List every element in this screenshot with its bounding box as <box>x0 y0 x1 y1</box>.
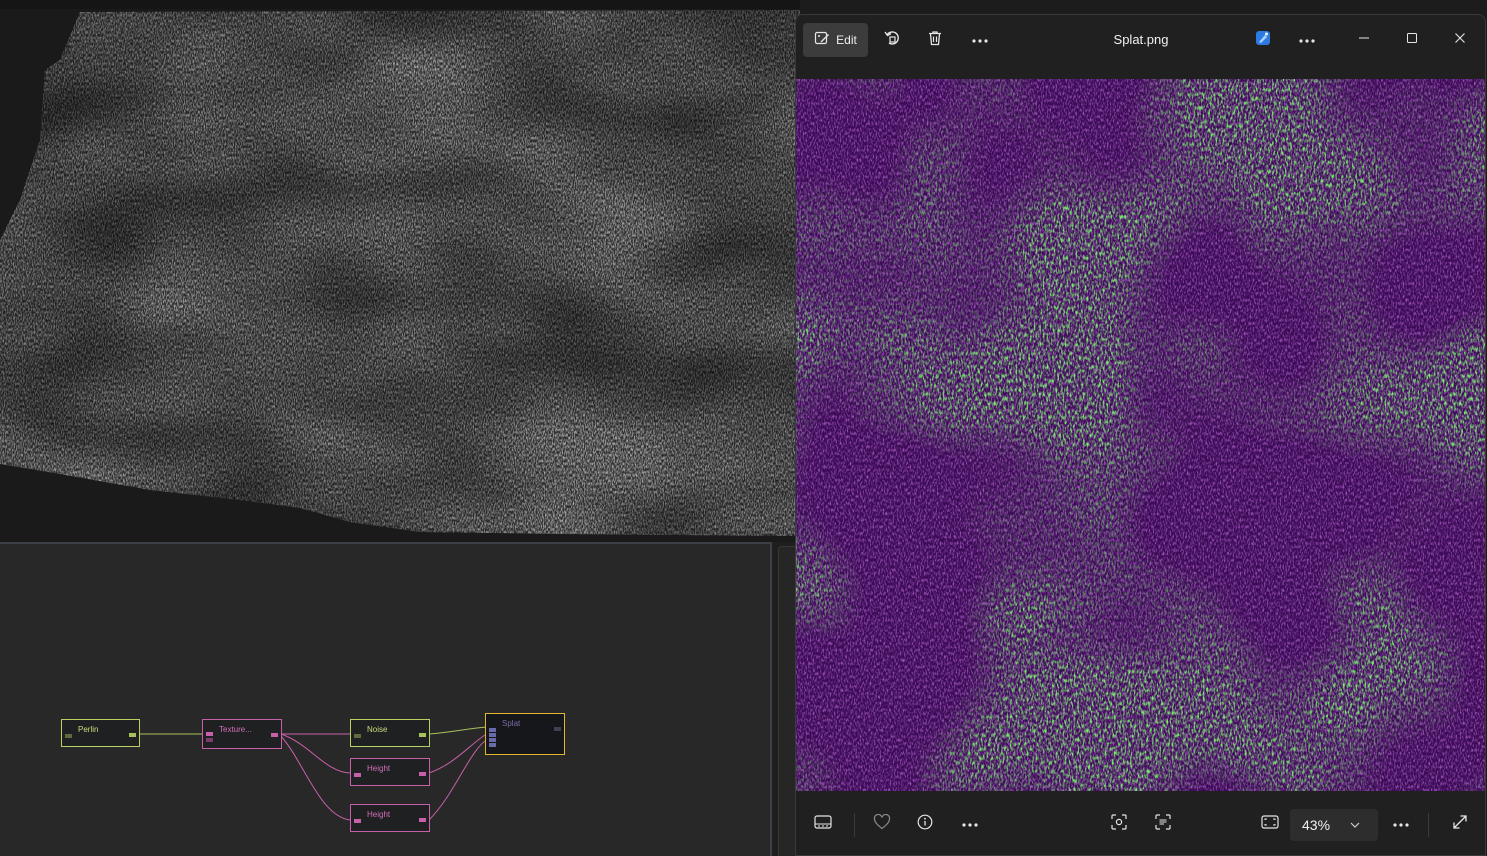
zoom-value: 43% <box>1302 817 1331 833</box>
node-input-pin[interactable] <box>489 728 496 732</box>
edge-height2-splat <box>428 738 489 821</box>
photos-viewer-window[interactable]: Edit Splat.png 43% <box>795 14 1486 856</box>
edge-height1-splat <box>428 732 489 774</box>
node-input-pin[interactable] <box>354 773 361 777</box>
text-scan-icon <box>1155 813 1171 835</box>
maximize-icon <box>1406 31 1418 49</box>
more-options-button-3[interactable] <box>953 809 987 839</box>
node-output-pin[interactable] <box>419 772 426 776</box>
node-title: Splat <box>502 719 521 728</box>
node-splat[interactable]: Splat <box>485 713 565 755</box>
node-height-2[interactable]: Height <box>350 804 430 832</box>
node-texture[interactable]: Texture... <box>202 719 282 749</box>
visual-search-button[interactable] <box>1102 809 1136 839</box>
terrain-render <box>0 10 800 536</box>
node-noise[interactable]: Noise <box>350 719 430 747</box>
node-output-pin[interactable] <box>271 733 278 737</box>
node-output-pin[interactable] <box>419 818 426 822</box>
image-canvas[interactable] <box>796 79 1485 791</box>
trash-icon <box>927 30 943 51</box>
rotate-icon <box>883 29 901 52</box>
maximize-button[interactable] <box>1389 23 1435 57</box>
node-title: Height <box>367 764 391 773</box>
minimize-button[interactable] <box>1341 23 1387 57</box>
photos-titlebar: Edit Splat.png <box>796 15 1485 79</box>
node-title: Height <box>367 810 391 819</box>
side-panel-edge <box>778 546 796 856</box>
photos-bottombar: 43% <box>796 791 1485 855</box>
node-output-pin[interactable] <box>419 733 426 737</box>
node-output-pin[interactable] <box>129 733 136 737</box>
close-button[interactable] <box>1437 23 1483 57</box>
heart-icon <box>873 813 891 835</box>
node-input-pin[interactable] <box>206 738 213 742</box>
toolbar-divider <box>854 813 855 837</box>
node-input-pin[interactable] <box>354 734 361 738</box>
node-input-pin[interactable] <box>206 732 213 736</box>
fit-to-window-button[interactable] <box>1253 809 1287 839</box>
delete-button[interactable] <box>918 23 952 57</box>
more-options-button-4[interactable] <box>1384 809 1418 839</box>
expand-icon <box>1452 814 1468 835</box>
node-graph-panel[interactable]: Perlin Texture... Noise Height Height Sp… <box>0 542 772 856</box>
terrain-viewport[interactable] <box>0 0 800 542</box>
zoom-dropdown[interactable]: 43% <box>1290 809 1378 841</box>
node-input-pin[interactable] <box>489 738 496 742</box>
designer-button[interactable] <box>1246 23 1280 57</box>
node-perlin[interactable]: Perlin <box>61 719 140 747</box>
minimize-icon <box>1358 31 1370 49</box>
chevron-down-icon <box>1350 819 1360 831</box>
fit-window-icon <box>1261 814 1279 834</box>
rotate-button[interactable] <box>875 23 909 57</box>
node-height-1[interactable]: Height <box>350 758 430 786</box>
favorite-button[interactable] <box>865 809 899 839</box>
info-icon <box>917 814 933 835</box>
node-input-pin[interactable] <box>489 733 496 737</box>
more-icon <box>971 31 989 49</box>
file-info-button[interactable] <box>908 809 942 839</box>
edge-noise-splat <box>428 726 489 735</box>
more-options-button-2[interactable] <box>1290 23 1324 57</box>
edge-texture-height1 <box>280 733 351 774</box>
node-input-pin[interactable] <box>489 743 496 747</box>
more-icon <box>1298 31 1316 49</box>
more-icon <box>961 815 979 833</box>
close-icon <box>1454 31 1466 49</box>
designer-icon <box>1255 30 1271 51</box>
more-icon <box>1392 815 1410 833</box>
node-title: Noise <box>367 725 388 734</box>
file-title: Splat.png <box>1113 32 1169 47</box>
pane-separator <box>772 542 796 856</box>
visual-search-icon <box>1111 813 1127 835</box>
edit-image-icon <box>814 30 830 51</box>
node-title: Perlin <box>78 725 99 734</box>
toolbar-divider <box>1428 813 1429 837</box>
filmstrip-icon <box>814 814 832 834</box>
splat-image <box>796 79 1485 791</box>
node-title: Texture... <box>219 725 252 734</box>
edit-label: Edit <box>836 33 857 47</box>
node-input-pin[interactable] <box>354 819 361 823</box>
edit-button[interactable]: Edit <box>803 23 868 57</box>
filmstrip-button[interactable] <box>806 809 840 839</box>
node-output-pin[interactable] <box>554 727 561 731</box>
edge-texture-height2 <box>280 735 351 821</box>
node-input-pin[interactable] <box>65 734 72 738</box>
more-options-button[interactable] <box>963 23 997 57</box>
full-screen-button[interactable] <box>1443 809 1477 839</box>
text-scan-button[interactable] <box>1146 809 1180 839</box>
